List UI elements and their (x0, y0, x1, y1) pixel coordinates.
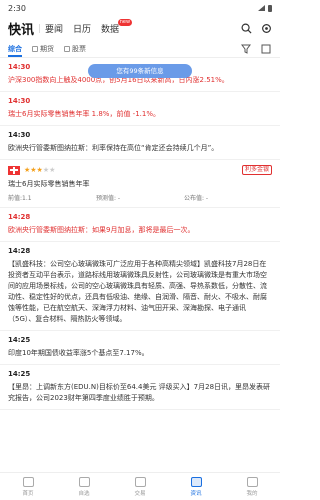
item-time: 14:28 (8, 247, 31, 255)
importance-stars: ★★★★★ (24, 166, 56, 174)
bottom-tab-news[interactable]: 资讯 (168, 473, 224, 500)
item-text: 欧洲央行管委斯图纳拉斯：如果9月加息，那将是最后一次。 (8, 226, 195, 234)
active-underline (8, 55, 22, 57)
data-release-card[interactable]: ★★★★★ 利多金银 瑞士6月实际零售销售年率 前值:1.1 预测值: - 公布… (0, 160, 280, 208)
trade-icon (134, 476, 146, 487)
bottom-tab-home[interactable]: 首页 (0, 473, 56, 500)
home-icon (22, 476, 34, 487)
subtab-gupiao-label: 股票 (72, 44, 86, 53)
list-item[interactable]: 14:28 【凯盛科技：公司空心玻璃微珠可广泛应用于各种高精尖领域】凯盛科技7月… (0, 242, 280, 331)
item-text: 【凯盛科技：公司空心玻璃微珠可广泛应用于各种高精尖领域】凯盛科技7月28日在投资… (8, 260, 267, 323)
bottom-tab-profile[interactable]: 我的 (224, 473, 280, 500)
expand-icon[interactable] (260, 43, 272, 55)
forecast-value: 预测值: - (96, 195, 121, 202)
item-time: 14:30 (8, 131, 31, 139)
item-time: 14:30 (8, 97, 31, 105)
news-feed[interactable]: 您有99条新信息 14:30 沪深300指数向上触及4000点，创5月16日以来… (0, 58, 280, 472)
top-nav: 快讯 要闻 日历 数据 new (0, 16, 280, 40)
item-text: 【里昂：上调新东方(EDU.N)目标价至64.4美元 评级买入】7月28日讯，里… (8, 383, 271, 402)
bottom-tab-label: 交易 (134, 490, 146, 497)
actual-value: 公布值: - (184, 195, 209, 202)
lock-icon (32, 45, 38, 52)
search-icon[interactable] (240, 22, 252, 34)
bottom-nav: 首页 自选 交易 资讯 我的 (0, 472, 280, 500)
bottom-tab-trade[interactable]: 交易 (112, 473, 168, 500)
watchlist-icon (78, 476, 90, 487)
impact-tag: 利多金银 (241, 165, 272, 175)
item-text: 欧洲央行管委斯图纳拉斯：利率保持在高位“肯定还会持续几个月”。 (8, 144, 219, 152)
prev-value: 前值:1.1 (8, 195, 32, 202)
subtab-zonghe-label: 综合 (8, 44, 22, 53)
subtab-zonghe[interactable]: 综合 (8, 44, 28, 54)
tab-shuju[interactable]: 数据 new (96, 18, 133, 35)
item-time: 14:28 (8, 213, 31, 221)
status-bar: 2:30 (0, 0, 280, 16)
filter-icon[interactable] (240, 43, 252, 55)
list-item[interactable]: 14:25 印度10年期国债收益率涨5个基点至7.17%。 (0, 331, 280, 365)
list-item[interactable]: 14:30 欧洲央行管委斯图纳拉斯：利率保持在高位“肯定还会持续几个月”。 (0, 126, 280, 160)
list-item[interactable]: 14:30 瑞士6月实际零售销售年率 1.8%，前值 -1.1%。 (0, 92, 280, 126)
status-icons (258, 4, 272, 12)
item-text: 印度10年期国债收益率涨5个基点至7.17%。 (8, 349, 149, 357)
news-icon (190, 476, 202, 487)
settings-icon[interactable] (260, 22, 272, 34)
list-item[interactable]: 14:28 欧洲央行管委斯图纳拉斯：如果9月加息，那将是最后一次。 (0, 208, 280, 242)
battery-icon (268, 4, 272, 12)
lock-icon (64, 45, 70, 52)
item-time: 14:25 (8, 336, 31, 344)
bottom-tab-label: 资讯 (190, 490, 202, 497)
subtab-qihuo[interactable]: 期货 (32, 44, 60, 54)
profile-icon (246, 476, 258, 487)
swiss-flag-icon (8, 165, 20, 175)
tab-yaowen[interactable]: 要闻 (40, 22, 68, 35)
signal-icon (258, 5, 265, 11)
tab-kuaixun[interactable]: 快讯 (8, 19, 39, 38)
tab-shuju-label: 数据 (101, 24, 120, 35)
tab-rili[interactable]: 日历 (68, 22, 96, 35)
status-time: 2:30 (8, 3, 26, 13)
list-item[interactable]: 14:25 【里昂：上调新东方(EDU.N)目标价至64.4美元 评级买入】7月… (0, 365, 280, 410)
bottom-tab-label: 首页 (22, 490, 34, 497)
item-time: 14:25 (8, 370, 31, 378)
sub-nav: 综合 期货 股票 (0, 40, 280, 58)
data-title: 瑞士6月实际零售销售年率 (8, 180, 90, 188)
subtab-gupiao[interactable]: 股票 (64, 44, 92, 54)
bottom-tab-watchlist[interactable]: 自选 (56, 473, 112, 500)
bottom-tab-label: 我的 (246, 490, 258, 497)
new-badge: new (117, 18, 133, 26)
bottom-tab-label: 自选 (78, 490, 90, 497)
subtab-qihuo-label: 期货 (40, 44, 54, 53)
new-messages-pill[interactable]: 您有99条新信息 (88, 64, 192, 78)
item-text: 瑞士6月实际零售销售年率 1.8%，前值 -1.1%。 (8, 110, 160, 118)
